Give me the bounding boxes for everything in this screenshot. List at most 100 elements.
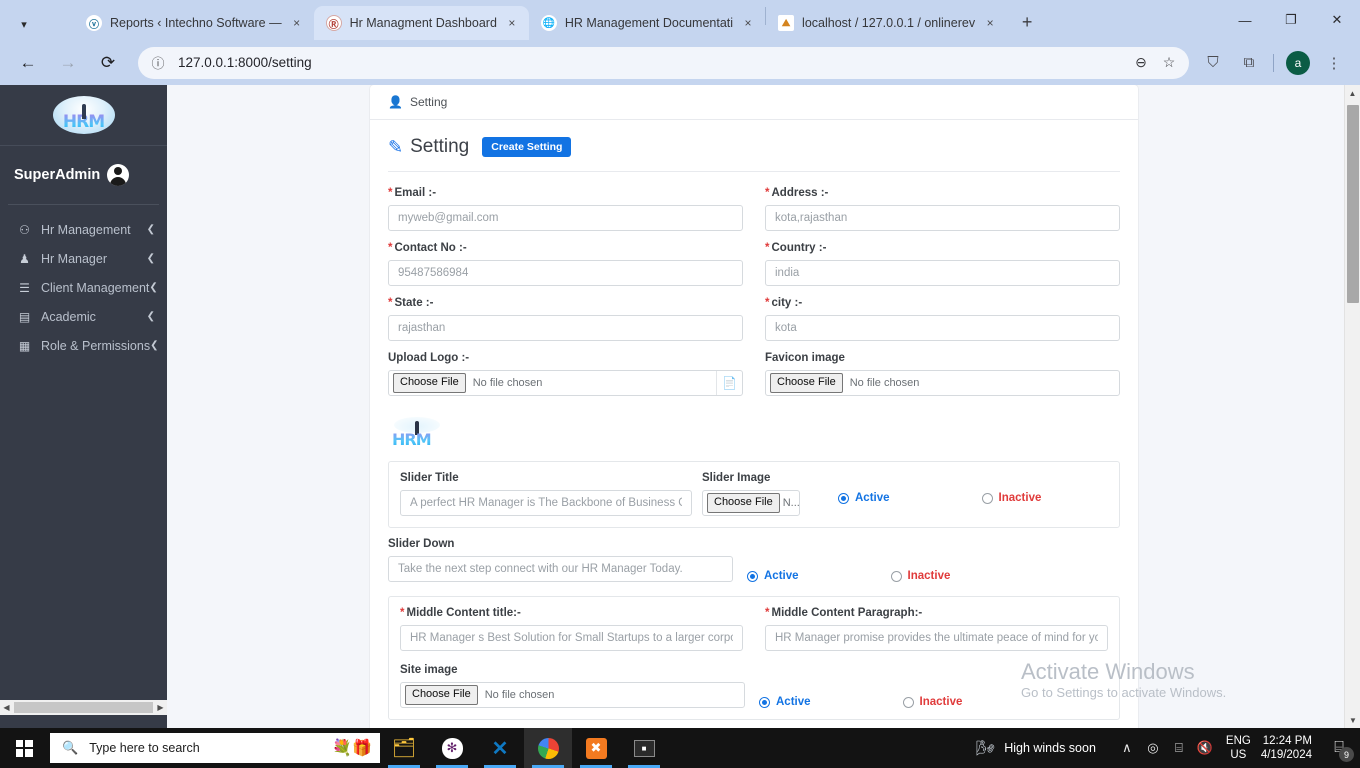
scroll-left-arrow-icon[interactable]: ◀ bbox=[0, 703, 13, 712]
page-vertical-scrollbar[interactable]: ▲ ▼ bbox=[1344, 85, 1360, 728]
start-button[interactable] bbox=[0, 728, 48, 768]
field-label: * city :- bbox=[765, 297, 1120, 309]
radio-circle-icon[interactable] bbox=[981, 492, 993, 504]
file-icon[interactable]: 📄 bbox=[716, 371, 742, 395]
contact-no-input[interactable] bbox=[388, 260, 743, 286]
label-text: Slider Image bbox=[702, 472, 771, 484]
tab-close-icon[interactable]: × bbox=[503, 14, 521, 32]
sidebar-item-role-permissions[interactable]: ▦ Role & Permissions ❮ bbox=[0, 331, 167, 360]
radio-slider-image-inactive[interactable]: Inactive bbox=[981, 492, 1041, 504]
radio-circle-icon[interactable] bbox=[902, 696, 914, 708]
browser-tab-hr-documentation[interactable]: 🌐 HR Management Documentati × bbox=[529, 6, 765, 40]
sidebar-item-label: Academic bbox=[41, 309, 96, 324]
window-close-button[interactable]: ✕ bbox=[1314, 0, 1360, 40]
phpmyadmin-icon: ⛰ bbox=[778, 15, 795, 31]
slider-image-file-input[interactable]: Choose File N...n bbox=[702, 490, 800, 516]
chevron-left-icon[interactable]: ❮ bbox=[147, 311, 155, 322]
volume-muted-icon[interactable]: 🔇 bbox=[1192, 728, 1218, 768]
zoom-out-icon[interactable]: ⊖ bbox=[1127, 49, 1155, 77]
taskbar-search[interactable]: 🔍 Type here to search 💐🎁 bbox=[50, 733, 380, 763]
upload-logo-file-input[interactable]: Choose File No file chosen 📄 bbox=[388, 370, 743, 396]
email-input[interactable] bbox=[388, 205, 743, 231]
tab-list-chevron-down-icon[interactable]: ▾ bbox=[10, 9, 38, 39]
extensions-puzzle-icon[interactable]: ⧉ bbox=[1234, 48, 1264, 78]
chrome-menu-icon[interactable]: ⋮ bbox=[1319, 48, 1349, 78]
choose-file-button[interactable]: Choose File bbox=[393, 373, 466, 393]
choose-file-button[interactable]: Choose File bbox=[770, 373, 843, 393]
forward-button[interactable]: → bbox=[52, 47, 84, 79]
radio-circle-icon[interactable] bbox=[759, 696, 770, 708]
chevron-left-icon[interactable]: ❮ bbox=[147, 224, 155, 235]
radio-circle-icon[interactable] bbox=[747, 570, 758, 582]
user-gear-icon: 👤 bbox=[388, 95, 403, 109]
tab-close-icon[interactable]: × bbox=[981, 14, 999, 32]
sidebar-item-hr-manager[interactable]: ♟ Hr Manager ❮ bbox=[0, 244, 167, 273]
site-image-file-input[interactable]: Choose File No file chosen bbox=[400, 682, 745, 708]
radio-slider-down-active[interactable]: Active bbox=[747, 570, 799, 582]
network-icon[interactable]: ⌸ bbox=[1166, 728, 1192, 768]
sidebar-horizontal-scrollbar[interactable]: ◀ ▶ bbox=[0, 700, 167, 715]
radio-site-image-active[interactable]: Active bbox=[759, 696, 811, 708]
slider-down-input[interactable] bbox=[388, 556, 733, 582]
sidebar-item-academic[interactable]: ▤ Academic ❮ bbox=[0, 302, 167, 331]
scrollbar-thumb[interactable] bbox=[1347, 105, 1359, 303]
notification-center-button[interactable]: ⌸ 9 bbox=[1322, 728, 1356, 768]
sidebar-logo[interactable]: HRM bbox=[0, 85, 167, 145]
shield-icon[interactable]: ⛉ bbox=[1198, 48, 1228, 78]
camera-icon[interactable]: ◎ bbox=[1140, 728, 1166, 768]
taskbar-app-file-explorer[interactable]: 🗂 bbox=[380, 728, 428, 768]
reload-button[interactable]: ⟳ bbox=[92, 47, 124, 79]
scrollbar-thumb[interactable] bbox=[14, 702, 153, 713]
profile-avatar[interactable]: a bbox=[1286, 50, 1310, 75]
chevron-left-icon[interactable]: ❮ bbox=[147, 253, 155, 264]
taskbar-app-xampp[interactable]: ✖ bbox=[572, 728, 620, 768]
city-input[interactable] bbox=[765, 315, 1120, 341]
taskbar-weather-widget[interactable]: 🌬 High winds soon bbox=[976, 739, 1096, 757]
radio-circle-icon[interactable] bbox=[890, 570, 902, 582]
sidebar-user-block[interactable]: SuperAdmin bbox=[0, 146, 167, 204]
choose-file-button[interactable]: Choose File bbox=[707, 493, 780, 513]
tab-close-icon[interactable]: × bbox=[739, 14, 757, 32]
taskbar-app-google-chrome[interactable]: ◉ bbox=[524, 728, 572, 768]
show-hidden-icons-chevron-up-icon[interactable]: ∧ bbox=[1114, 728, 1140, 768]
taskbar-app-slack[interactable]: ✻ bbox=[428, 728, 476, 768]
bookmark-star-icon[interactable]: ☆ bbox=[1155, 49, 1183, 77]
scroll-right-arrow-icon[interactable]: ▶ bbox=[154, 703, 167, 712]
browser-tab-reports[interactable]: ⓥ Reports ‹ Intechno Software — × bbox=[74, 6, 314, 40]
chevron-left-icon[interactable]: ❮ bbox=[150, 340, 158, 351]
radio-slider-image-active[interactable]: Active bbox=[838, 492, 890, 504]
new-tab-button[interactable]: + bbox=[1013, 8, 1041, 36]
back-button[interactable]: ← bbox=[12, 47, 44, 79]
user-avatar-icon[interactable] bbox=[107, 164, 129, 186]
sidebar-item-label: Role & Permissions bbox=[41, 338, 151, 353]
window-maximize-button[interactable]: ❐ bbox=[1268, 0, 1314, 40]
taskbar-app-vs-code[interactable]: ✕ bbox=[476, 728, 524, 768]
scroll-up-arrow-icon[interactable]: ▲ bbox=[1345, 85, 1360, 101]
browser-tab-phpmyadmin[interactable]: ⛰ localhost / 127.0.0.1 / onlinerev × bbox=[766, 6, 1007, 40]
address-input[interactable] bbox=[765, 205, 1120, 231]
chevron-left-icon[interactable]: ❮ bbox=[149, 282, 157, 293]
slider-title-input[interactable] bbox=[400, 490, 692, 516]
radio-circle-icon[interactable] bbox=[838, 492, 849, 504]
browser-tab-hr-dashboard[interactable]: Ⓡ Hr Managment Dashboard × bbox=[313, 6, 529, 40]
address-bar[interactable]: ⓘ 127.0.0.1:8000/setting ⊖ ☆ bbox=[138, 46, 1189, 79]
create-setting-button[interactable]: Create Setting bbox=[482, 136, 572, 158]
radio-slider-down-inactive[interactable]: Inactive bbox=[890, 570, 950, 582]
sidebar-item-client-management[interactable]: ☰ Client Management ❮ bbox=[0, 273, 167, 302]
taskbar-clock[interactable]: 12:24 PM 4/19/2024 bbox=[1261, 734, 1312, 763]
scroll-down-arrow-icon[interactable]: ▼ bbox=[1345, 712, 1360, 728]
window-minimize-button[interactable]: — bbox=[1222, 0, 1268, 40]
favicon-file-input[interactable]: Choose File No file chosen bbox=[765, 370, 1120, 396]
taskbar-app-command-prompt[interactable]: ■ bbox=[620, 728, 668, 768]
middle-content-paragraph-input[interactable] bbox=[765, 625, 1108, 651]
radio-site-image-inactive[interactable]: Inactive bbox=[902, 696, 962, 708]
info-circle-icon[interactable]: ⓘ bbox=[148, 53, 168, 73]
middle-content-title-input[interactable] bbox=[400, 625, 743, 651]
choose-file-button[interactable]: Choose File bbox=[405, 685, 478, 705]
country-input[interactable] bbox=[765, 260, 1120, 286]
tab-close-icon[interactable]: × bbox=[288, 14, 306, 32]
sidebar-item-hr-management[interactable]: ⚇ Hr Management ❮ bbox=[0, 215, 167, 244]
required-marker: * bbox=[765, 607, 770, 619]
state-input[interactable] bbox=[388, 315, 743, 341]
language-indicator[interactable]: ENG US bbox=[1226, 734, 1251, 763]
